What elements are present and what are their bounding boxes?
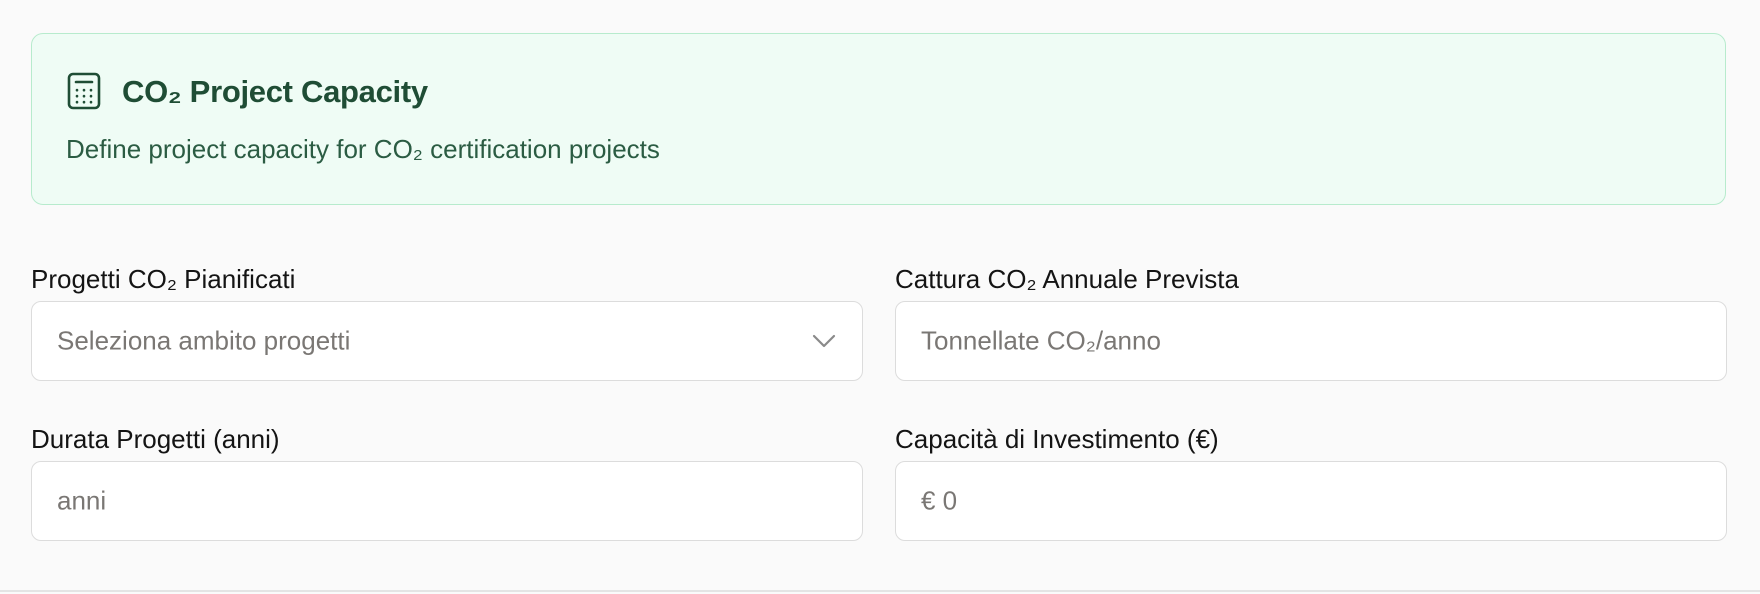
card-title: CO₂ Project Capacity: [122, 74, 428, 109]
card-subtitle: Define project capacity for CO₂ certific…: [66, 134, 660, 164]
investment-placeholder: € 0: [921, 485, 958, 516]
co2-capacity-form-page: CO₂ Project Capacity Define project capa…: [0, 0, 1760, 594]
annual-capture-label: Cattura CO₂ Annuale Prevista: [895, 264, 1239, 294]
planned-projects-label: Progetti CO₂ Pianificati: [31, 264, 296, 294]
info-card: CO₂ Project Capacity Define project capa…: [31, 33, 1726, 205]
duration-input[interactable]: anni: [31, 461, 863, 541]
section-divider: [0, 590, 1760, 592]
investment-input[interactable]: € 0: [895, 461, 1727, 541]
planned-projects-select[interactable]: Seleziona ambito progetti: [31, 301, 863, 381]
calculator-icon: [67, 72, 101, 110]
chevron-down-icon: [812, 334, 836, 348]
annual-capture-input[interactable]: Tonnellate CO₂/anno: [895, 301, 1727, 381]
investment-label: Capacità di Investimento (€): [895, 424, 1219, 454]
planned-projects-placeholder: Seleziona ambito progetti: [57, 325, 351, 356]
duration-placeholder: anni: [57, 485, 107, 516]
annual-capture-placeholder: Tonnellate CO₂/anno: [921, 325, 1161, 356]
duration-label: Durata Progetti (anni): [31, 424, 280, 454]
